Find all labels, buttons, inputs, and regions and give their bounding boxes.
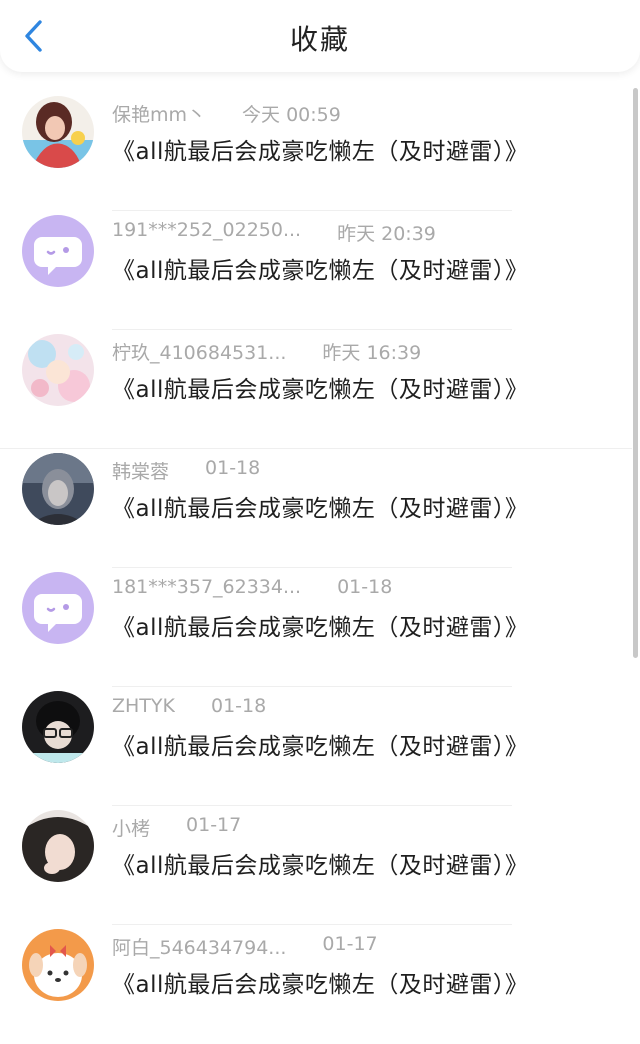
favorite-title: 《all航最后会成豪吃懒左（及时避雷）》 xyxy=(112,972,529,998)
timestamp: 01-17 xyxy=(322,933,378,955)
user-name: 181***357_62334... xyxy=(112,576,302,598)
timestamp: 昨天 16:39 xyxy=(322,342,422,364)
scrollbar[interactable] xyxy=(633,88,638,658)
favorite-title: 《all航最后会成豪吃懒左（及时避雷）》 xyxy=(112,258,529,284)
user-name: 韩棠蓉 xyxy=(112,461,170,483)
user-name: 柠玖_410684531... xyxy=(112,342,287,364)
avatar[interactable] xyxy=(22,929,94,1001)
user-name: 191***252_02250... xyxy=(112,219,302,241)
user-name: 阿白_546434794... xyxy=(112,937,287,959)
timestamp: 01-17 xyxy=(186,814,242,836)
list-item[interactable]: ZHTYK 01-18 《all航最后会成豪吃懒左（及时避雷）》 xyxy=(0,687,632,806)
avatar[interactable] xyxy=(22,334,94,406)
page-title: 收藏 xyxy=(289,23,350,56)
list-item[interactable]: 保艳mm丶 今天 00:59 《all航最后会成豪吃懒左（及时避雷）》 xyxy=(0,92,632,211)
avatar[interactable] xyxy=(22,572,94,644)
list-item[interactable]: 韩棠蓉 01-18 《all航最后会成豪吃懒左（及时避雷）》 xyxy=(0,449,632,568)
avatar[interactable] xyxy=(22,215,94,287)
avatar[interactable] xyxy=(22,810,94,882)
favorite-title: 《all航最后会成豪吃懒左（及时避雷）》 xyxy=(112,377,529,403)
favorite-title: 《all航最后会成豪吃懒左（及时避雷）》 xyxy=(112,615,529,641)
list-item[interactable]: 181***357_62334... 01-18 《all航最后会成豪吃懒左（及… xyxy=(0,568,632,687)
avatar[interactable] xyxy=(22,691,94,763)
timestamp: 昨天 20:39 xyxy=(337,223,436,245)
favorites-list: 保艳mm丶 今天 00:59 《all航最后会成豪吃懒左（及时避雷）》 191*… xyxy=(0,92,632,1044)
user-name: ZHTYK xyxy=(112,695,175,717)
avatar[interactable] xyxy=(22,453,94,525)
user-name: 小栲 xyxy=(112,818,151,840)
avatar[interactable] xyxy=(22,96,94,168)
favorite-title: 《all航最后会成豪吃懒左（及时避雷）》 xyxy=(112,139,529,165)
favorite-title: 《all航最后会成豪吃懒左（及时避雷）》 xyxy=(112,734,529,760)
list-item[interactable]: 191***252_02250... 昨天 20:39 《all航最后会成豪吃懒… xyxy=(0,211,632,330)
timestamp: 01-18 xyxy=(210,695,267,717)
list-item[interactable]: 小栲 01-17 《all航最后会成豪吃懒左（及时避雷）》 xyxy=(0,806,632,925)
timestamp: 01-18 xyxy=(205,457,261,479)
user-name: 保艳mm丶 xyxy=(112,104,207,126)
timestamp: 今天 00:59 xyxy=(242,104,341,126)
timestamp: 01-18 xyxy=(337,576,393,598)
favorite-title: 《all航最后会成豪吃懒左（及时避雷）》 xyxy=(112,853,529,879)
list-item[interactable]: 柠玖_410684531... 昨天 16:39 《all航最后会成豪吃懒左（及… xyxy=(0,330,632,449)
favorite-title: 《all航最后会成豪吃懒左（及时避雷）》 xyxy=(112,496,529,522)
top-bar: 收藏 xyxy=(0,0,640,72)
list-item[interactable]: 阿白_546434794... 01-17 《all航最后会成豪吃懒左（及时避雷… xyxy=(0,925,632,1044)
